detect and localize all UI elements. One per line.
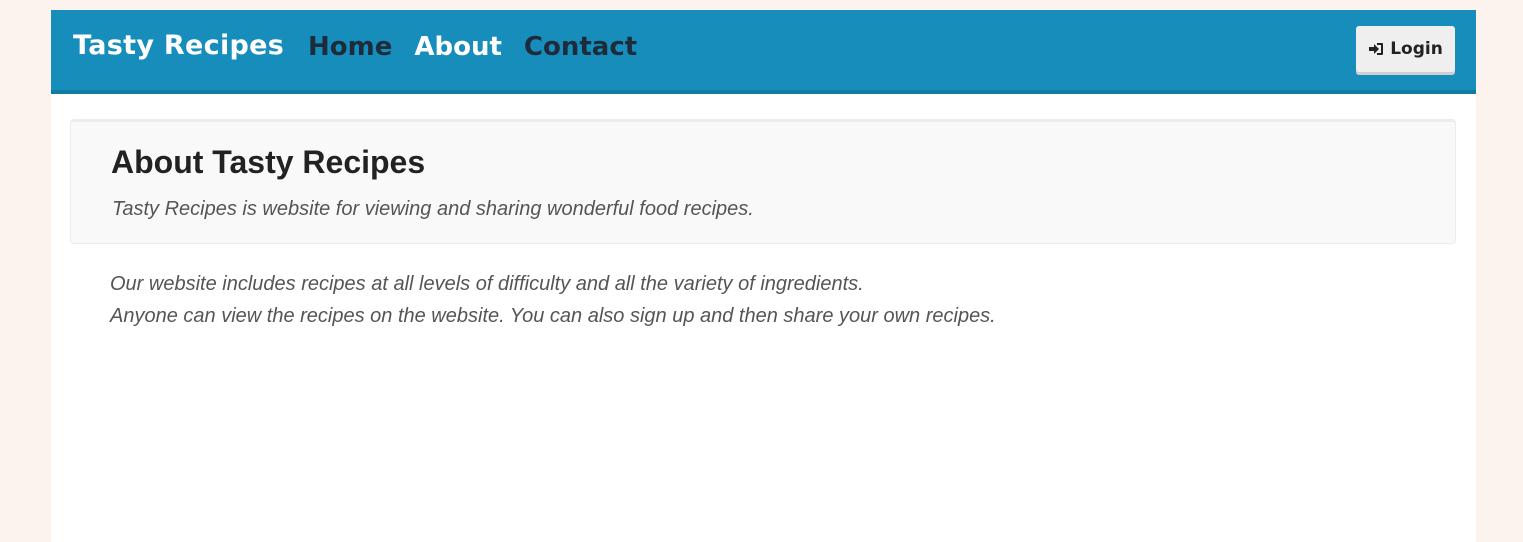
nav-link-home[interactable]: Home xyxy=(308,32,392,62)
page-title: About Tasty Recipes xyxy=(111,144,426,180)
page-container: Tasty Recipes Home About Contact Login A… xyxy=(51,10,1476,542)
description-paragraph: Anyone can view the recipes on the websi… xyxy=(110,305,996,327)
login-label: Login xyxy=(1390,39,1443,59)
description-paragraph: Our website includes recipes at all leve… xyxy=(110,273,864,295)
navbar: Tasty Recipes Home About Contact Login xyxy=(51,10,1476,94)
page-lead: Tasty Recipes is website for viewing and… xyxy=(112,198,754,220)
nav-link-contact[interactable]: Contact xyxy=(524,32,637,62)
about-jumbotron: About Tasty Recipes Tasty Recipes is web… xyxy=(70,119,1456,244)
brand-logo-link[interactable]: Tasty Recipes xyxy=(73,30,284,61)
nav-links: Home About Contact xyxy=(308,32,637,62)
nav-link-about[interactable]: About xyxy=(414,32,502,62)
sign-in-icon xyxy=(1368,42,1384,56)
about-description: Our website includes recipes at all leve… xyxy=(110,268,996,332)
login-button[interactable]: Login xyxy=(1356,26,1455,72)
